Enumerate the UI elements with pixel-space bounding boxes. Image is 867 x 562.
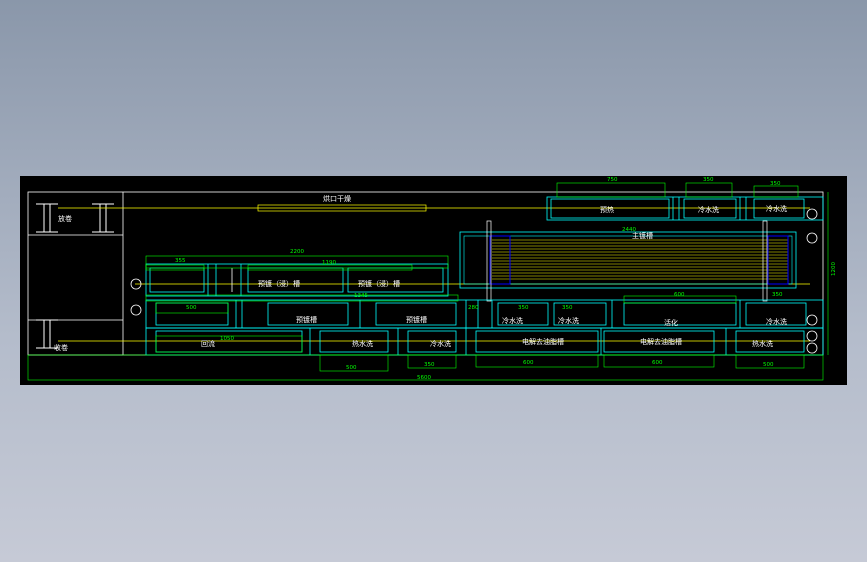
yudu-a-label: 预镀槽 (296, 315, 317, 324)
yudu-b-label: 预镀槽 (406, 315, 427, 324)
shoujuan-label: 收卷 (54, 343, 68, 352)
dim-280: 280 (468, 305, 479, 311)
dianjie2-label: 电解去油脂槽 (640, 337, 682, 346)
lengshui-b1-label: 冷水洗 (430, 339, 451, 348)
yudu1-label: 预镀（浸）槽 (258, 279, 300, 288)
lengshui-top1-label: 冷水洗 (698, 205, 719, 214)
bottom-tank-row (145, 327, 824, 356)
lengshui-m1-label: 冷水洗 (502, 316, 523, 325)
dim-500b: 500 (346, 365, 357, 371)
dim-1190: 1190 (322, 260, 336, 266)
reel-icon (36, 203, 58, 233)
dim-350b: 350 (770, 181, 781, 187)
middle-tank-row (145, 299, 824, 329)
dim-600b: 600 (523, 360, 534, 366)
lengshui-m3-label: 冷水洗 (766, 317, 787, 326)
dim-350a: 350 (703, 177, 714, 183)
dim-355: 355 (175, 258, 186, 264)
yure-label: 预热 (600, 205, 614, 214)
lengshui-m2-label: 冷水洗 (558, 316, 579, 325)
dim-350c: 350 (518, 305, 529, 311)
reshui-b1-label: 热水洗 (352, 339, 373, 348)
dim-500c: 500 (763, 362, 774, 368)
outer-frame (27, 191, 824, 356)
reshui-b2-label: 热水洗 (752, 339, 773, 348)
huoxing-label: 活化 (664, 318, 678, 327)
dim-350e: 350 (772, 292, 783, 298)
lengshui-top2-label: 冷水洗 (766, 204, 787, 213)
dim-2440: 2440 (622, 227, 636, 233)
dim-750: 750 (607, 177, 618, 183)
hongkou-label: 烘口干燥 (323, 194, 351, 203)
dim-350d: 350 (562, 305, 573, 311)
production-line-layout: 放卷 收卷 烘口干燥 预热 冷水洗 冷水洗 主镀槽 预镀（浸）槽 预镀（浸）槽 … (27, 177, 837, 381)
fangjuan-label: 放卷 (58, 214, 72, 223)
dim-1200: 1200 (831, 262, 837, 276)
cad-drawing-viewport: 放卷 收卷 烘口干燥 预热 冷水洗 冷水洗 主镀槽 预镀（浸）槽 预镀（浸）槽 … (20, 176, 847, 385)
huiliu-label: 回流 (201, 339, 215, 348)
dim-350f: 350 (424, 362, 435, 368)
dim-500a: 500 (186, 305, 197, 311)
yudu2-label: 预镀（浸）槽 (358, 279, 400, 288)
dim-1050: 1050 (220, 336, 234, 342)
dim-1345: 1345 (354, 293, 368, 299)
dim-600c: 600 (652, 360, 663, 366)
dianjie1-label: 电解去油脂槽 (522, 337, 564, 346)
dim-600a: 600 (674, 292, 685, 298)
dim-2200: 2200 (290, 249, 304, 255)
dim-5600: 5600 (417, 375, 431, 381)
